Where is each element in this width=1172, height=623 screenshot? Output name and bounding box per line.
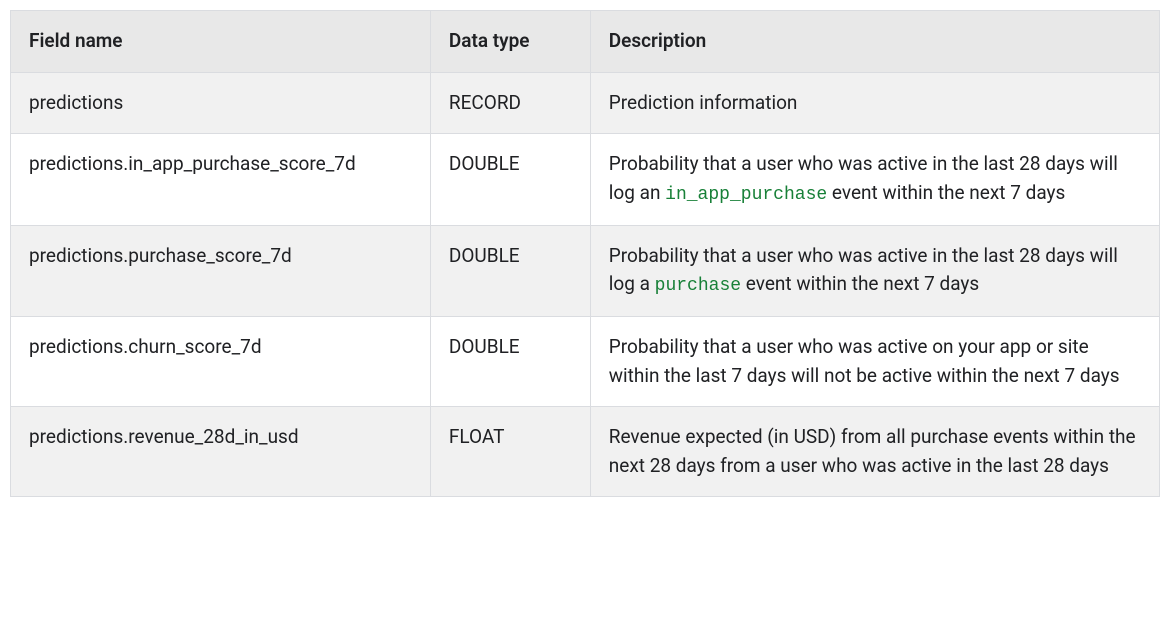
schema-table: Field name Data type Description predict…: [10, 10, 1160, 497]
table-row: predictions.purchase_score_7dDOUBLEProba…: [11, 225, 1160, 317]
cell-data-type: FLOAT: [430, 407, 590, 497]
header-data-type: Data type: [430, 11, 590, 73]
table-row: predictionsRECORD Prediction information: [11, 72, 1160, 134]
cell-description: Probability that a user who was active o…: [590, 317, 1159, 407]
cell-field-name: predictions.in_app_purchase_score_7d: [11, 134, 431, 226]
description-text: Revenue expected (in USD) from all purch…: [609, 425, 1136, 477]
description-text: Prediction information: [609, 91, 798, 114]
inline-code: purchase: [655, 276, 741, 296]
cell-data-type: DOUBLE: [430, 317, 590, 407]
table-body: predictionsRECORDPrediction informationp…: [11, 72, 1160, 497]
cell-data-type: DOUBLE: [430, 134, 590, 226]
header-field-name: Field name: [11, 11, 431, 73]
table-row: predictions.churn_score_7dDOUBLE Probabil…: [11, 317, 1160, 407]
description-text: Probability that a user who was active o…: [609, 335, 1120, 387]
cell-data-type: DOUBLE: [430, 225, 590, 317]
header-description: Description: [590, 11, 1159, 73]
inline-code: in_app_purchase: [665, 185, 827, 205]
cell-description: Revenue expected (in USD) from all purch…: [590, 407, 1159, 497]
cell-field-name: predictions.revenue_28d_in_usd: [11, 407, 431, 497]
description-text: event within the next 7 days: [741, 272, 979, 295]
cell-field-name: predictions.purchase_score_7d: [11, 225, 431, 317]
table-row: predictions.in_app_purchase_score_7dDOUB…: [11, 134, 1160, 226]
cell-description: Probability that a user who was active i…: [590, 225, 1159, 317]
table-header-row: Field name Data type Description: [11, 11, 1160, 73]
cell-field-name: predictions: [11, 72, 431, 134]
cell-description: Prediction information: [590, 72, 1159, 134]
cell-description: Probability that a user who was active i…: [590, 134, 1159, 226]
cell-data-type: RECORD: [430, 72, 590, 134]
description-text: event within the next 7 days: [827, 181, 1065, 204]
cell-field-name: predictions.churn_score_7d: [11, 317, 431, 407]
table-row: predictions.revenue_28d_in_usdFLOAT Reven…: [11, 407, 1160, 497]
